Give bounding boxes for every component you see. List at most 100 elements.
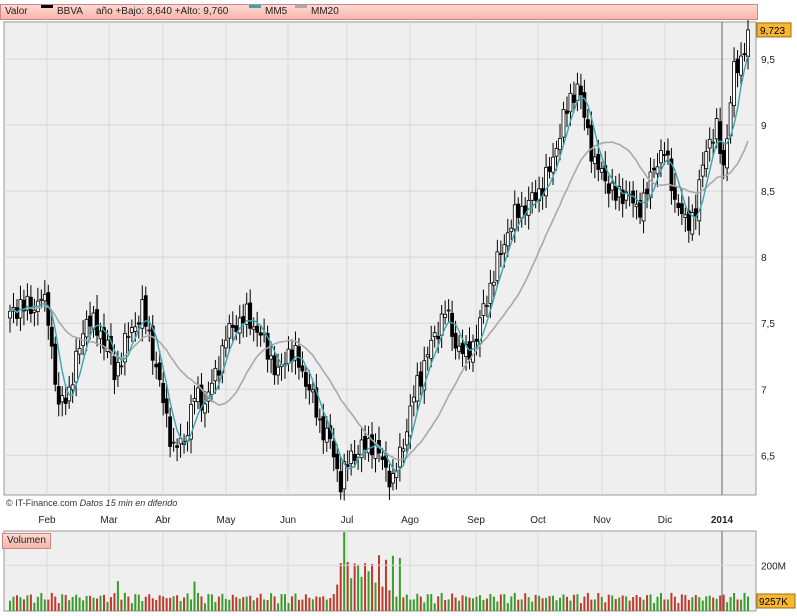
candle-body [42, 293, 47, 302]
candle-body [582, 92, 587, 118]
candle-body [485, 305, 489, 307]
volume-bar [545, 597, 548, 611]
volume-tick-label: 200M [761, 561, 786, 572]
candle-body [606, 183, 611, 194]
volume-bar [384, 559, 387, 611]
volume-bar [398, 557, 401, 611]
volume-bar [120, 599, 123, 611]
volume-bar [478, 595, 481, 611]
candle-body [491, 281, 496, 286]
volume-bar [130, 603, 133, 611]
candle-body [331, 440, 336, 458]
volume-bar [311, 599, 314, 611]
volume-bar [318, 597, 321, 611]
volume-bar [708, 595, 711, 611]
candle-body [704, 151, 709, 170]
candle-body [561, 108, 566, 138]
volume-bar [259, 593, 262, 611]
candle-body [683, 214, 688, 218]
candle-body [572, 94, 576, 103]
volume-bar [210, 594, 213, 611]
volume-bar [465, 596, 468, 611]
candle-body [112, 355, 117, 381]
volume-bar [249, 595, 252, 611]
volume-bar [680, 594, 683, 611]
volume-bar [155, 600, 158, 611]
volume-bar [92, 597, 95, 611]
chart-canvas: 6,5 7 7,5 8 8,5 9 9,5 Feb Mar Abr May Jun Jul Ago Sep O… [0, 0, 797, 616]
volume-bar [440, 593, 443, 611]
volume-bar [169, 597, 172, 611]
candle-body [157, 362, 162, 380]
volume-bar [193, 581, 196, 611]
candle-body [516, 203, 521, 218]
candle-body [666, 150, 670, 156]
volume-bar [346, 562, 349, 611]
candle-body [460, 342, 465, 355]
volume-bar [162, 596, 165, 611]
volume-bar [632, 597, 635, 611]
volume-bar [151, 598, 154, 611]
volume-bar [270, 593, 273, 611]
volume-bar [454, 597, 457, 611]
y-tick-label: 8,5 [761, 187, 775, 198]
volume-bar [350, 578, 353, 611]
volume-bar [468, 597, 471, 611]
volume-bar [541, 598, 544, 611]
candle-body [60, 395, 65, 403]
volume-bar [203, 603, 206, 611]
candle-body [551, 156, 555, 173]
volume-bar [15, 595, 18, 611]
volume-bar [628, 600, 631, 611]
volume-bar [649, 594, 652, 611]
volume-bar [207, 594, 210, 611]
volume-bar [416, 593, 419, 611]
candle-body [711, 141, 716, 144]
volume-bar [701, 600, 704, 611]
volume-bar [36, 596, 39, 611]
candle-body [443, 313, 448, 318]
volume-bar [604, 602, 607, 611]
candle-body [457, 345, 461, 352]
volume-bar [527, 597, 530, 611]
candle-body [512, 204, 517, 230]
candle-body [88, 315, 92, 327]
volume-bar [183, 597, 186, 611]
volume-bar [513, 592, 516, 611]
candle-body [505, 232, 510, 247]
volume-bar [405, 594, 408, 611]
volume-bar [444, 599, 447, 611]
candle-body [732, 61, 736, 107]
candle-body [432, 332, 437, 337]
volume-bar [517, 599, 520, 611]
candle-body [659, 150, 663, 164]
volume-bar [75, 594, 78, 611]
volume-bar [378, 555, 380, 611]
candle-body [175, 445, 179, 448]
volume-bar [245, 596, 248, 611]
volume-bar [747, 596, 749, 611]
volume-bar [579, 603, 582, 611]
volume-bar [388, 590, 391, 611]
volume-bar [228, 599, 231, 611]
price-chart: 6,5 7 7,5 8 8,5 9 9,5 Feb Mar Abr May Jun Jul Ago Sep O… [3, 17, 796, 612]
volume-bar [684, 595, 687, 611]
candle-body [269, 355, 273, 360]
volume-bar [712, 597, 715, 611]
volume-bar [471, 598, 474, 611]
volume-bar [534, 595, 537, 611]
volume-bar [123, 592, 126, 611]
volume-bar [158, 595, 161, 611]
candle-body [272, 355, 277, 376]
candle-body [474, 338, 479, 342]
candle-body [255, 325, 260, 333]
volume-bar [430, 594, 433, 611]
candle-body [387, 470, 392, 488]
candle-body [39, 298, 44, 301]
volume-bar [343, 532, 346, 611]
candle-body [133, 326, 138, 332]
ma20-label: MM20 [311, 6, 339, 17]
candle-body [216, 370, 221, 376]
volume-bar [290, 596, 293, 611]
volume-bar [102, 594, 105, 611]
